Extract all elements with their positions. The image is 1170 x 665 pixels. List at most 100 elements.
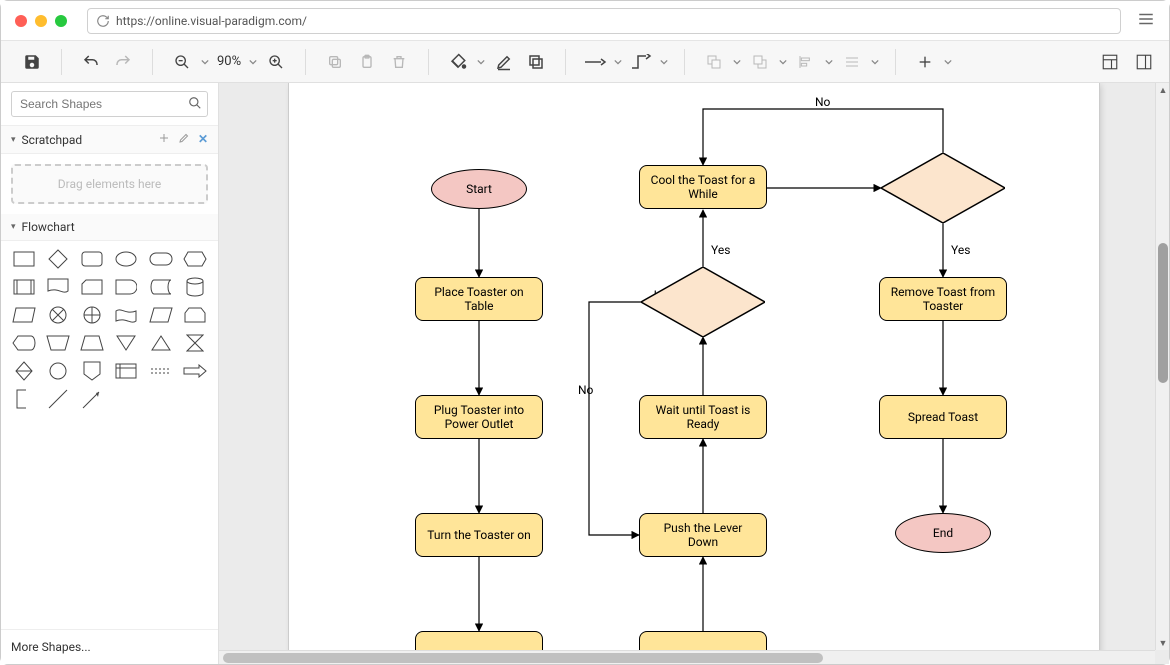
connector-style-button[interactable]: [626, 47, 656, 77]
scratchpad-dropzone[interactable]: Drag elements here: [11, 164, 208, 204]
shape-sum[interactable]: [45, 305, 71, 325]
shape-data[interactable]: [11, 305, 37, 325]
undo-button[interactable]: [76, 47, 106, 77]
node-wait-ready[interactable]: Wait until Toast is Ready: [639, 395, 767, 439]
shape-internal-storage[interactable]: [113, 361, 139, 381]
shape-display[interactable]: [11, 333, 37, 353]
shape-rounded-rect[interactable]: [79, 249, 105, 269]
align-button[interactable]: [791, 47, 821, 77]
to-back-caret[interactable]: [777, 58, 789, 66]
shape-line[interactable]: [45, 389, 71, 409]
shadow-button[interactable]: [521, 47, 551, 77]
outline-panel-button[interactable]: [1129, 47, 1159, 77]
vscroll-thumb[interactable]: [1158, 243, 1168, 383]
shape-arrow-line[interactable]: [79, 389, 105, 409]
shape-arrow[interactable]: [182, 361, 208, 381]
node-spread-toast[interactable]: Spread Toast: [879, 395, 1007, 439]
line-color-button[interactable]: [489, 47, 519, 77]
node-place-toaster[interactable]: Place Toaster on Table: [415, 277, 543, 321]
node-plug-toaster[interactable]: Plug Toaster into Power Outlet: [415, 395, 543, 439]
maximize-window-dot[interactable]: [55, 15, 67, 27]
shape-loop-limit[interactable]: [182, 305, 208, 325]
close-window-dot[interactable]: [15, 15, 27, 27]
paste-button[interactable]: [352, 47, 382, 77]
shape-connector[interactable]: [45, 361, 71, 381]
format-panel-button[interactable]: [1095, 47, 1125, 77]
more-shapes-button[interactable]: More Shapes...: [1, 629, 218, 664]
node-turn-on[interactable]: Turn the Toaster on: [415, 513, 543, 557]
shape-ellipse[interactable]: [113, 249, 139, 269]
line-start-button[interactable]: [580, 47, 610, 77]
fill-color-button[interactable]: [443, 47, 473, 77]
fill-color-caret[interactable]: [475, 58, 487, 66]
redo-button[interactable]: [108, 47, 138, 77]
shape-tape[interactable]: [113, 305, 139, 325]
vscroll-down[interactable]: ▼: [1156, 636, 1169, 650]
node-cool-toast[interactable]: Cool the Toast for a While: [639, 165, 767, 209]
hscroll-thumb[interactable]: [223, 653, 823, 663]
flowchart-toggle[interactable]: Flowchart: [11, 220, 208, 234]
add-button[interactable]: [910, 47, 940, 77]
distribute-button[interactable]: [837, 47, 867, 77]
scratchpad-toggle[interactable]: Scratchpad: [11, 133, 158, 147]
shape-offpage[interactable]: [79, 361, 105, 381]
search-icon[interactable]: [188, 96, 202, 113]
paper[interactable]: Start Place Toaster on Table Plug Toaste…: [289, 83, 1099, 664]
shape-or[interactable]: [79, 305, 105, 325]
connector-style-caret[interactable]: [658, 58, 670, 66]
shape-subroutine[interactable]: [11, 277, 37, 297]
shape-annotation[interactable]: [11, 389, 37, 409]
shape-cylinder[interactable]: [182, 277, 208, 297]
align-caret[interactable]: [823, 58, 835, 66]
shape-card[interactable]: [79, 277, 105, 297]
shape-manual-operation[interactable]: [45, 333, 71, 353]
zoom-value-caret[interactable]: [247, 58, 259, 66]
to-front-caret[interactable]: [731, 58, 743, 66]
zoom-out-caret[interactable]: [199, 58, 211, 66]
shape-extract[interactable]: [148, 333, 174, 353]
to-front-button[interactable]: [699, 47, 729, 77]
scratchpad-close-button[interactable]: ✕: [198, 132, 208, 147]
node-toast-cool[interactable]: Is the Toast cool enough?: [881, 153, 1005, 223]
shape-rectangle[interactable]: [11, 249, 37, 269]
distribute-caret[interactable]: [869, 58, 881, 66]
node-remove-toast[interactable]: Remove Toast from Toaster: [879, 277, 1007, 321]
copy-button[interactable]: [320, 47, 350, 77]
shape-delay[interactable]: [113, 277, 139, 297]
node-start[interactable]: Start: [431, 169, 527, 209]
line-start-caret[interactable]: [612, 58, 624, 66]
shape-terminator[interactable]: [148, 249, 174, 269]
shape-hexagon[interactable]: [182, 249, 208, 269]
to-back-button[interactable]: [745, 47, 775, 77]
vertical-scrollbar[interactable]: ▲ ▼: [1155, 83, 1169, 650]
search-input[interactable]: [11, 91, 208, 117]
zoom-value[interactable]: 90%: [213, 54, 245, 69]
add-caret[interactable]: [942, 58, 954, 66]
shape-transfer[interactable]: [148, 361, 174, 381]
scratchpad-add-button[interactable]: [158, 132, 170, 147]
shape-merge[interactable]: [113, 333, 139, 353]
shape-diamond[interactable]: [45, 249, 71, 269]
minimize-window-dot[interactable]: [35, 15, 47, 27]
node-push-lever[interactable]: Push the Lever Down: [639, 513, 767, 557]
canvas-area[interactable]: Start Place Toaster on Table Plug Toaste…: [219, 83, 1169, 664]
vscroll-up[interactable]: ▲: [1156, 83, 1169, 97]
node-end[interactable]: End: [895, 513, 991, 553]
shape-parallelogram[interactable]: [148, 305, 174, 325]
horizontal-scrollbar[interactable]: [219, 650, 1155, 664]
zoom-out-button[interactable]: [167, 47, 197, 77]
save-button[interactable]: [17, 47, 47, 77]
shape-stored-data[interactable]: [148, 277, 174, 297]
delete-button[interactable]: [384, 47, 414, 77]
node-bread-brown[interactable]: Is the bread brown enough?: [641, 267, 765, 337]
chevron-down-icon: [249, 58, 257, 66]
zoom-in-button[interactable]: [261, 47, 291, 77]
menu-button[interactable]: [1137, 10, 1155, 32]
scratchpad-edit-button[interactable]: [178, 132, 190, 147]
shape-document[interactable]: [45, 277, 71, 297]
shape-sort[interactable]: [11, 361, 37, 381]
url-bar[interactable]: https://online.visual-paradigm.com/: [87, 8, 1121, 34]
shape-collate[interactable]: [182, 333, 208, 353]
shape-trapezoid[interactable]: [79, 333, 105, 353]
format-panel-icon: [1101, 53, 1119, 71]
